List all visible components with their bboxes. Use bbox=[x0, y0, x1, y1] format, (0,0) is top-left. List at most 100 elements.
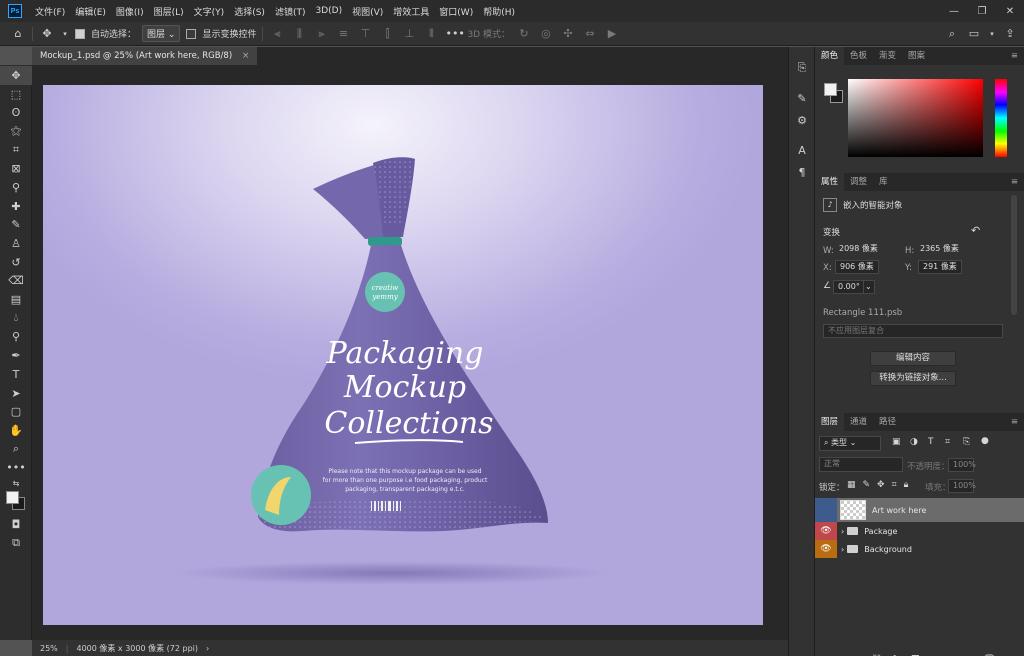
layer-art-work-here[interactable]: Art work here bbox=[815, 498, 1024, 522]
layer-filter-dropdown[interactable]: ⌕ 类型 ⌄ bbox=[819, 436, 881, 451]
search-icon[interactable]: ⌕ bbox=[944, 27, 960, 41]
canvas-area[interactable]: creatiw yemmy Packaging Mockup Collectio… bbox=[32, 65, 788, 640]
document-size-info[interactable]: 4000 像素 x 3000 像素 (72 ppi) bbox=[76, 643, 198, 654]
opacity-field[interactable]: 100% bbox=[948, 458, 976, 472]
reset-transform-icon[interactable]: ↶ bbox=[971, 224, 980, 237]
zoom-level[interactable]: 25% bbox=[40, 644, 58, 653]
hue-slider[interactable] bbox=[995, 79, 1007, 157]
clone-stamp-tool-icon[interactable]: ♙ bbox=[0, 234, 32, 253]
menu-window[interactable]: 窗口(W) bbox=[434, 5, 478, 18]
slide-icon[interactable]: ⇔ bbox=[582, 27, 598, 40]
align-center-icon[interactable]: ⫼ bbox=[291, 27, 307, 41]
layer-package[interactable]: 👁︎ › Package bbox=[815, 522, 1024, 540]
photoshop-logo[interactable]: Ps bbox=[8, 4, 22, 18]
auto-select-checkbox[interactable] bbox=[75, 28, 85, 39]
expand-chevron-icon[interactable]: › bbox=[841, 545, 844, 554]
menu-edit[interactable]: 编辑(E) bbox=[70, 5, 111, 18]
distribute-icon[interactable]: ≡ bbox=[335, 27, 351, 40]
panel-menu-icon[interactable]: ≡ bbox=[1011, 177, 1018, 187]
rectangle-tool-icon[interactable]: ▢ bbox=[0, 402, 32, 421]
menu-layer[interactable]: 图层(L) bbox=[149, 5, 189, 18]
menu-select[interactable]: 选择(S) bbox=[229, 5, 270, 18]
document-tab[interactable]: Mockup_1.psd @ 25% (Art work here, RGB/8… bbox=[32, 47, 258, 65]
drag-icon[interactable]: ✣ bbox=[560, 27, 576, 40]
tab-gradients[interactable]: 渐变 bbox=[873, 47, 902, 65]
orbit-icon[interactable]: ↻ bbox=[516, 27, 532, 40]
panel-menu-icon[interactable]: ≡ bbox=[1011, 51, 1018, 61]
dodge-tool-icon[interactable]: ⚲ bbox=[0, 328, 32, 347]
type-tool-icon[interactable]: T bbox=[0, 365, 32, 384]
tab-patterns[interactable]: 图案 bbox=[902, 47, 931, 65]
align-middle-icon[interactable]: ⫿ bbox=[379, 27, 395, 41]
eraser-tool-icon[interactable]: ⌫ bbox=[0, 272, 32, 291]
hand-tool-icon[interactable]: ✋ bbox=[0, 421, 32, 440]
screen-mode-icon[interactable]: ⧉ bbox=[0, 534, 32, 553]
filter-pixel-icon[interactable]: ▣ bbox=[892, 437, 901, 447]
path-selection-tool-icon[interactable]: ➤ bbox=[0, 384, 32, 403]
edit-contents-button[interactable]: 编辑内容 bbox=[870, 351, 956, 366]
tab-swatches[interactable]: 色板 bbox=[844, 47, 873, 65]
tab-adjustments[interactable]: 调整 bbox=[844, 173, 873, 191]
layer-name[interactable]: Art work here bbox=[872, 506, 926, 515]
fill-field[interactable]: 100% bbox=[948, 479, 976, 493]
menu-filter[interactable]: 滤镜(T) bbox=[270, 5, 311, 18]
workspace-icon[interactable]: ▭ bbox=[966, 27, 982, 40]
panel-menu-icon[interactable]: ≡ bbox=[1011, 417, 1018, 427]
frame-tool-icon[interactable]: ⊠ bbox=[0, 159, 32, 178]
align-top-icon[interactable]: ⊤ bbox=[357, 27, 373, 40]
color-fg-swatch[interactable] bbox=[824, 83, 837, 96]
move-tool-icon[interactable]: ✥ bbox=[39, 27, 55, 40]
gradient-tool-icon[interactable]: ▤ bbox=[0, 290, 32, 309]
menu-file[interactable]: 文件(F) bbox=[30, 5, 70, 18]
pen-tool-icon[interactable]: ✒ bbox=[0, 346, 32, 365]
filter-type-icon[interactable]: T bbox=[928, 437, 934, 447]
history-panel-icon[interactable]: ⎘ bbox=[789, 57, 815, 79]
filter-adjustment-icon[interactable]: ◑ bbox=[910, 437, 918, 447]
chevron-down-icon[interactable]: ▾ bbox=[988, 30, 996, 38]
auto-select-target-dropdown[interactable]: 图层 ⌄ bbox=[142, 25, 181, 42]
crop-tool-icon[interactable]: ⌗ bbox=[0, 141, 32, 160]
color-swatches[interactable] bbox=[0, 489, 32, 515]
eye-icon[interactable]: 👁︎ bbox=[815, 540, 837, 558]
lock-icons[interactable]: ▦✎✥⌗🔒︎ bbox=[847, 480, 915, 490]
distribute-vertical-icon[interactable]: ⦀ bbox=[423, 27, 439, 41]
align-bottom-icon[interactable]: ⊥ bbox=[401, 27, 417, 40]
document-canvas[interactable]: creatiw yemmy Packaging Mockup Collectio… bbox=[43, 85, 763, 625]
width-field[interactable]: 2098 像素 bbox=[835, 243, 897, 257]
y-field[interactable]: 291 像素 bbox=[918, 260, 962, 274]
roll-icon[interactable]: ◎ bbox=[538, 27, 554, 40]
align-right-icon[interactable]: ⫸ bbox=[313, 27, 329, 41]
healing-brush-tool-icon[interactable]: ✚ bbox=[0, 197, 32, 216]
tab-layers[interactable]: 图层 bbox=[815, 413, 845, 431]
menu-plugins[interactable]: 增效工具 bbox=[388, 5, 434, 18]
filter-toggle-icon[interactable]: ● bbox=[981, 436, 989, 446]
align-left-icon[interactable]: ⫷ bbox=[269, 27, 285, 41]
properties-scrollbar[interactable] bbox=[1011, 195, 1017, 315]
menu-type[interactable]: 文字(Y) bbox=[189, 5, 230, 18]
move-tool-icon[interactable]: ✥ bbox=[0, 66, 32, 85]
tab-paths[interactable]: 路径 bbox=[873, 413, 902, 431]
marquee-tool-icon[interactable]: ⬚ bbox=[0, 85, 32, 104]
eyedropper-tool-icon[interactable]: ⚲ bbox=[0, 178, 32, 197]
video-camera-icon[interactable]: ▶ bbox=[604, 27, 620, 40]
eye-icon[interactable]: 👁︎ bbox=[815, 522, 837, 540]
swap-colors-icon[interactable]: ⇆ bbox=[0, 477, 32, 489]
tab-channels[interactable]: 通道 bbox=[844, 413, 873, 431]
lasso-tool-icon[interactable]: ʘ bbox=[0, 103, 32, 122]
layer-background[interactable]: 👁︎ › Background bbox=[815, 540, 1024, 558]
x-field[interactable]: 906 像素 bbox=[835, 260, 879, 274]
tab-color[interactable]: 颜色 bbox=[815, 47, 845, 65]
menu-image[interactable]: 图像(I) bbox=[111, 5, 149, 18]
filter-smart-object-icon[interactable]: ⎘ bbox=[963, 437, 970, 447]
restore-icon[interactable]: ❐ bbox=[968, 6, 996, 17]
tab-libraries[interactable]: 库 bbox=[873, 173, 894, 191]
menu-view[interactable]: 视图(V) bbox=[347, 5, 388, 18]
more-tools-icon[interactable]: ••• bbox=[0, 458, 32, 477]
close-tab-icon[interactable]: × bbox=[242, 51, 249, 61]
layer-comp-dropdown[interactable]: 不应用图层复合 bbox=[823, 324, 1003, 338]
foreground-color-swatch[interactable] bbox=[6, 491, 19, 505]
brush-tool-icon[interactable]: ✎ bbox=[0, 216, 32, 235]
show-transform-checkbox[interactable] bbox=[186, 28, 197, 39]
expand-chevron-icon[interactable]: › bbox=[841, 527, 844, 536]
home-icon[interactable]: ⌂ bbox=[10, 27, 26, 40]
